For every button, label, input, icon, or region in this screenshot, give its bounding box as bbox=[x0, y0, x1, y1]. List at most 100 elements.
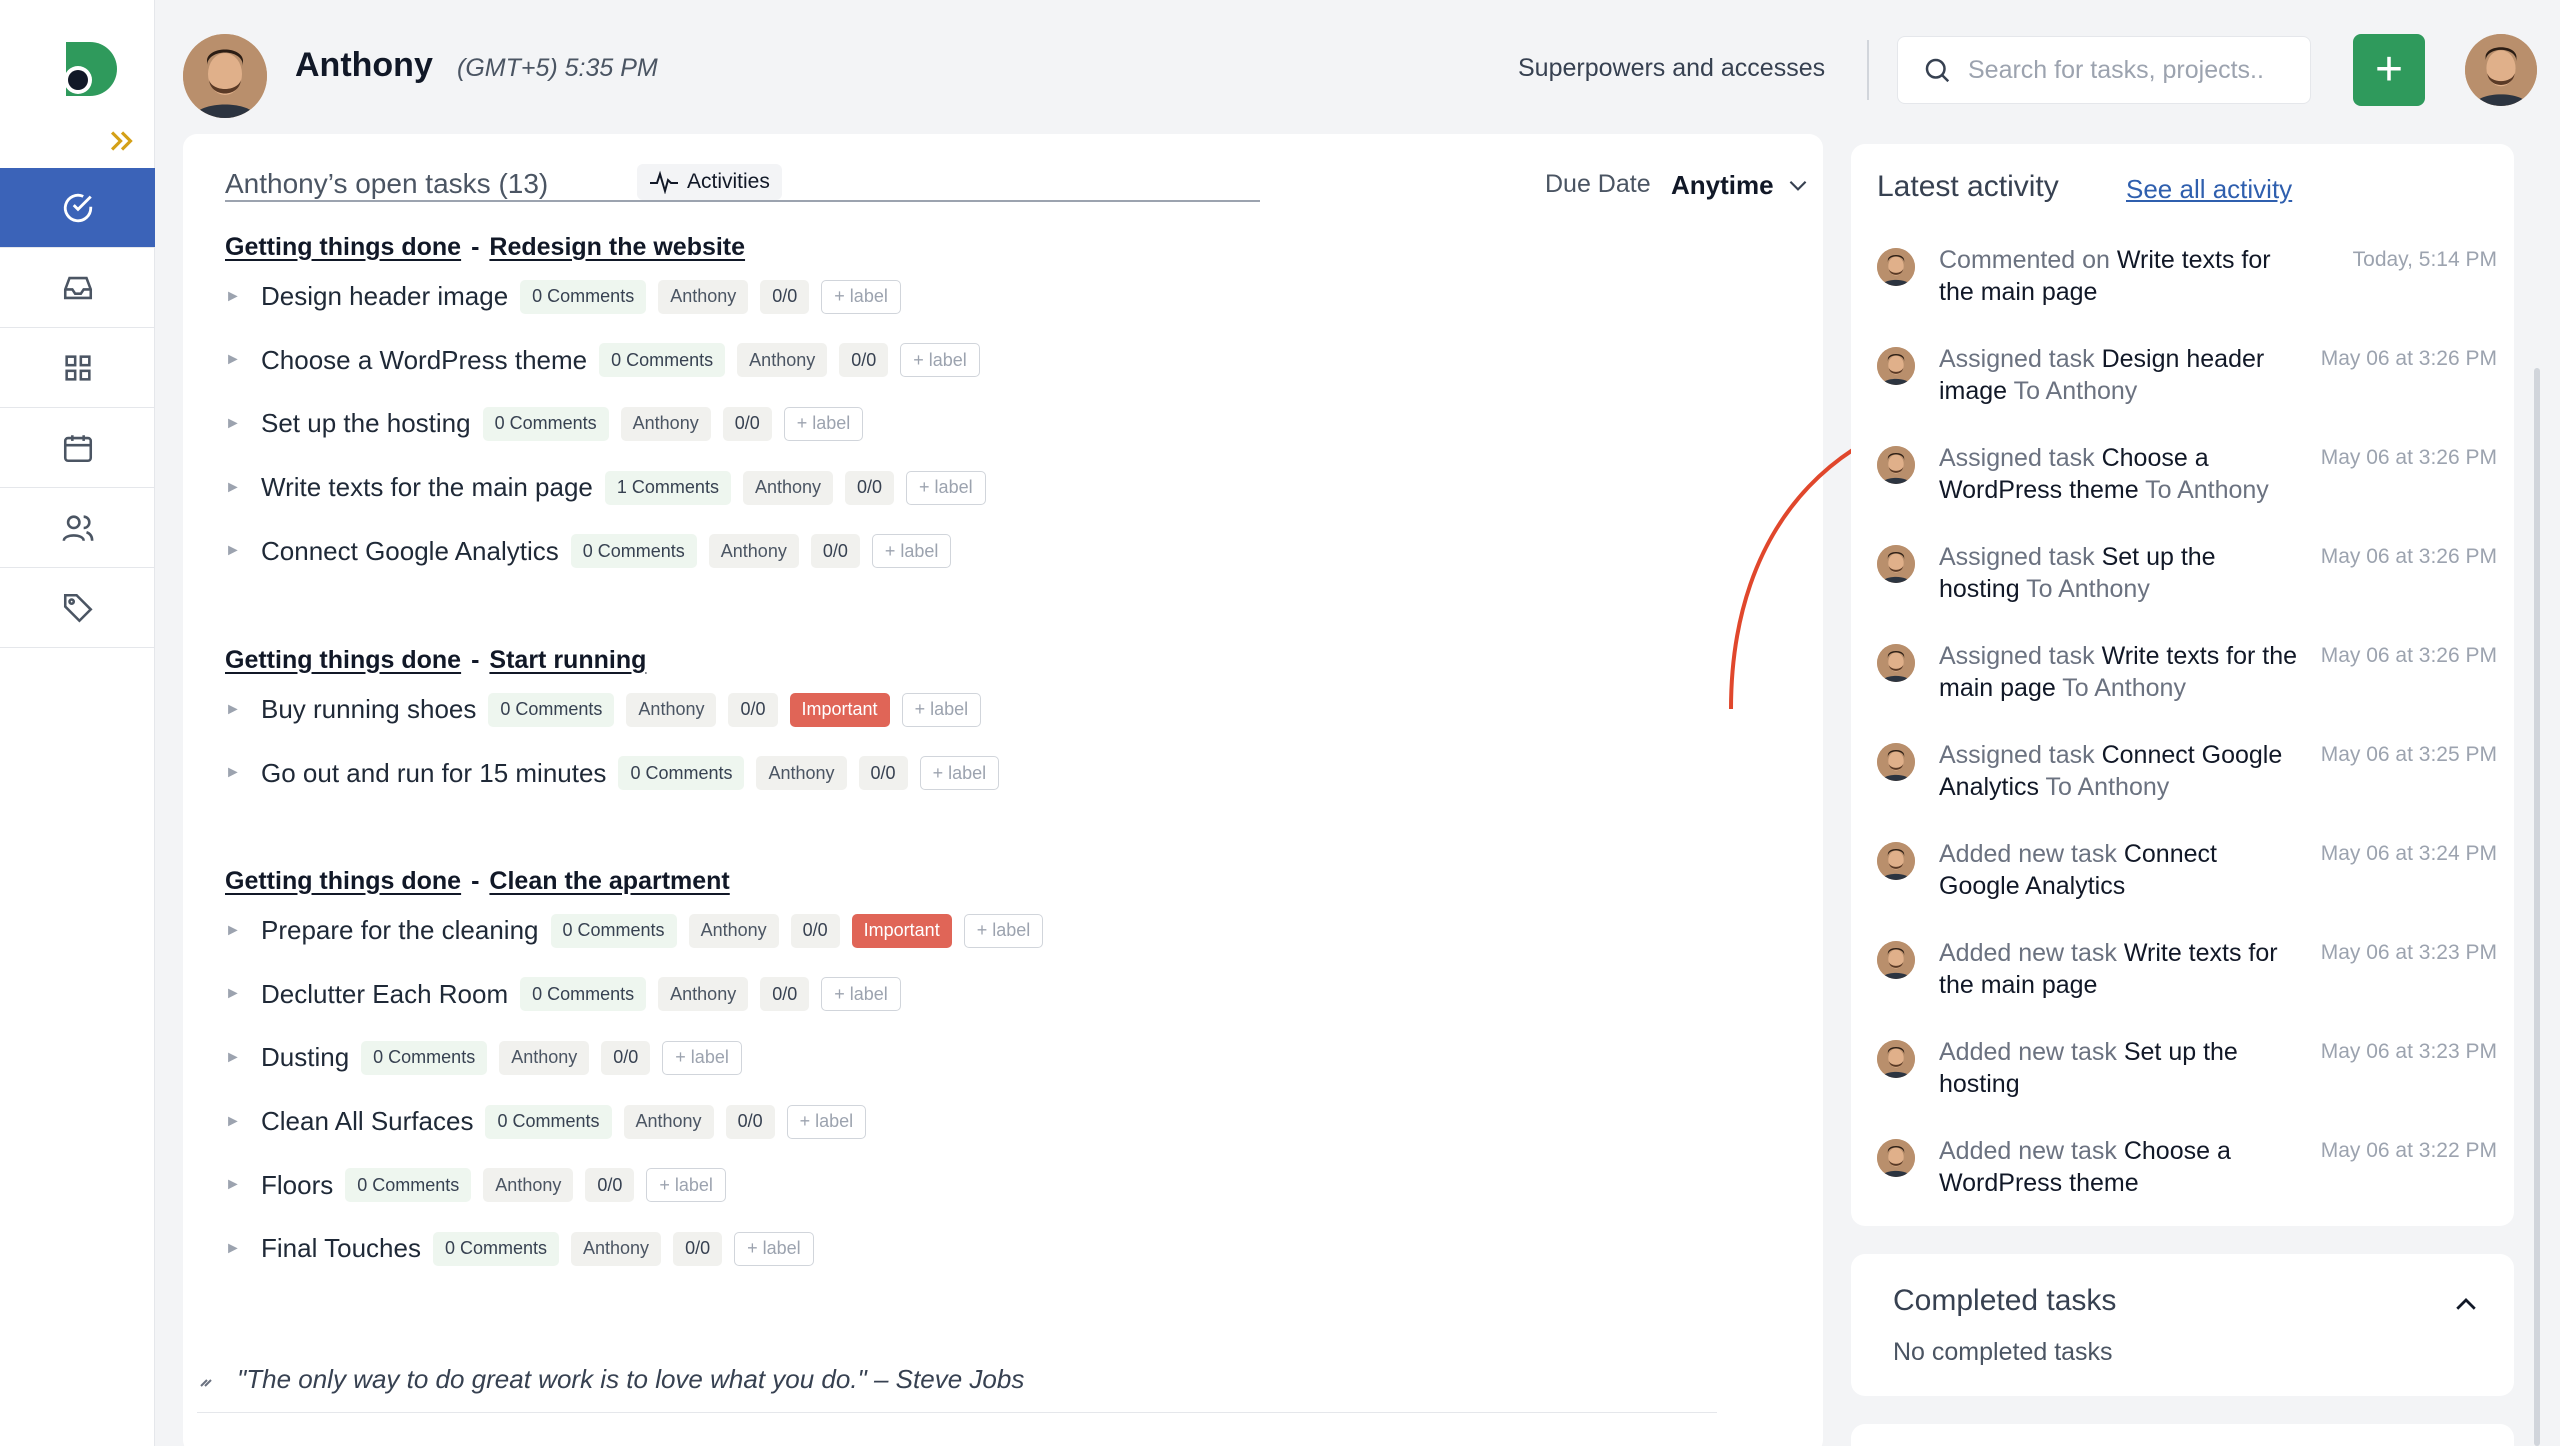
task-row[interactable]: ► Set up the hosting 0 Comments Anthony 0/0 +… bbox=[225, 392, 998, 456]
subtasks-badge[interactable]: 0/0 bbox=[790, 913, 840, 948]
project-link[interactable]: Getting things done bbox=[225, 233, 461, 262]
task-name[interactable]: Set up the hosting bbox=[261, 408, 471, 439]
add-label-button[interactable]: + label bbox=[963, 913, 1044, 948]
nav-item-tags[interactable] bbox=[0, 568, 155, 648]
activity-item[interactable]: Assigned task Set up the hosting To Anth… bbox=[1877, 541, 2497, 640]
task-name[interactable]: Connect Google Analytics bbox=[261, 536, 559, 567]
comments-badge[interactable]: 0 Comments bbox=[485, 1104, 612, 1139]
activity-item[interactable]: Commented on Write texts for the main pa… bbox=[1877, 244, 2497, 343]
project-link[interactable]: Getting things done bbox=[225, 646, 461, 675]
assignee-badge[interactable]: Anthony bbox=[737, 343, 828, 378]
tasks-title[interactable]: Anthony’s open tasks (13) bbox=[225, 168, 548, 200]
activity-item[interactable]: Added new task Connect Google Analytics M… bbox=[1877, 838, 2497, 937]
expand-caret-icon[interactable]: ► bbox=[225, 415, 261, 433]
add-label-button[interactable]: + label bbox=[821, 977, 901, 1012]
chevron-up-icon[interactable] bbox=[2451, 1290, 2481, 1320]
comments-badge[interactable]: 0 Comments bbox=[345, 1168, 472, 1203]
add-label-button[interactable]: + label bbox=[786, 1104, 867, 1139]
task-name[interactable]: Choose a WordPress theme bbox=[261, 345, 587, 376]
subtasks-badge[interactable]: 0/0 bbox=[810, 534, 860, 569]
task-name[interactable]: Prepare for the cleaning bbox=[261, 915, 539, 946]
search-box[interactable] bbox=[1897, 36, 2311, 104]
task-row[interactable]: ► Prepare for the cleaning 0 Comments Antho… bbox=[225, 899, 1055, 963]
page-scrollbar[interactable] bbox=[2534, 368, 2540, 1446]
assignee-badge[interactable]: Anthony bbox=[658, 279, 749, 314]
expand-caret-icon[interactable]: ► bbox=[225, 1240, 261, 1258]
add-label-button[interactable]: + label bbox=[734, 1231, 814, 1266]
activity-item[interactable]: Assigned task Write texts for the main p… bbox=[1877, 640, 2497, 739]
expand-caret-icon[interactable]: ► bbox=[225, 351, 261, 369]
comments-badge[interactable]: 0 Comments bbox=[570, 534, 697, 569]
comments-badge[interactable]: 0 Comments bbox=[432, 1231, 559, 1266]
add-label-button[interactable]: + label bbox=[906, 470, 986, 505]
nav-item-team[interactable] bbox=[0, 488, 155, 568]
nav-item-inbox[interactable] bbox=[0, 248, 155, 328]
add-label-button[interactable]: + label bbox=[821, 279, 901, 314]
task-row[interactable]: ► Floors 0 Comments Anthony 0/0 + label bbox=[225, 1153, 1055, 1217]
comments-badge[interactable]: 0 Comments bbox=[618, 756, 745, 791]
comments-badge[interactable]: 0 Comments bbox=[520, 977, 647, 1012]
assignee-badge[interactable]: Anthony bbox=[708, 534, 799, 569]
task-row[interactable]: ► Design header image 0 Comments Anthony 0/0… bbox=[225, 265, 998, 329]
task-row[interactable]: ► Final Touches 0 Comments Anthony 0/0 + labe… bbox=[225, 1217, 1055, 1281]
comments-badge[interactable]: 0 Comments bbox=[520, 279, 647, 314]
add-label-button[interactable]: + label bbox=[662, 1040, 742, 1075]
add-label-button[interactable]: + label bbox=[900, 343, 980, 378]
task-row[interactable]: ► Connect Google Analytics 0 Comments Antho… bbox=[225, 519, 998, 583]
subtasks-badge[interactable]: 0/0 bbox=[601, 1040, 651, 1075]
see-all-activity-link[interactable]: See all activity bbox=[2126, 174, 2292, 205]
expand-caret-icon[interactable]: ► bbox=[225, 1176, 261, 1194]
nav-item-tasks[interactable] bbox=[0, 168, 155, 248]
assignee-badge[interactable]: Anthony bbox=[499, 1040, 590, 1075]
subtasks-badge[interactable]: 0/0 bbox=[760, 279, 810, 314]
task-row[interactable]: ► Write texts for the main page 1 Comments… bbox=[225, 456, 998, 520]
activity-item[interactable]: Added new task Choose a WordPress theme M… bbox=[1877, 1135, 2497, 1234]
add-button[interactable]: + bbox=[2353, 34, 2425, 106]
subtasks-badge[interactable]: 0/0 bbox=[839, 343, 889, 378]
superpowers-link[interactable]: Superpowers and accesses bbox=[1518, 54, 1825, 83]
task-name[interactable]: Buy running shoes bbox=[261, 694, 476, 725]
add-label-button[interactable]: + label bbox=[783, 406, 864, 441]
activity-item[interactable]: Assigned task Design header image To Ant… bbox=[1877, 343, 2497, 442]
expand-caret-icon[interactable]: ► bbox=[225, 985, 261, 1003]
add-label-button[interactable]: + label bbox=[919, 756, 1000, 791]
expand-caret-icon[interactable]: ► bbox=[225, 922, 261, 940]
task-row[interactable]: ► Buy running shoes 0 Comments Anthony 0/0 Im… bbox=[225, 678, 1011, 742]
add-label-button[interactable]: + label bbox=[871, 534, 952, 569]
subtasks-badge[interactable]: 0/0 bbox=[673, 1231, 723, 1266]
search-input[interactable] bbox=[1968, 55, 2288, 85]
task-row[interactable]: ► Declutter Each Room 0 Comments Anthony 0/0… bbox=[225, 963, 1055, 1027]
comments-badge[interactable]: 0 Comments bbox=[488, 692, 615, 727]
task-name[interactable]: Go out and run for 15 minutes bbox=[261, 758, 606, 789]
due-date-select[interactable]: Anytime bbox=[1671, 170, 1774, 201]
assignee-badge[interactable]: Anthony bbox=[483, 1168, 574, 1203]
activities-tab[interactable]: Activities bbox=[637, 164, 782, 200]
task-row[interactable]: ► Choose a WordPress theme 0 Comments Antho… bbox=[225, 329, 998, 393]
subtasks-badge[interactable]: 0/0 bbox=[722, 406, 772, 441]
task-row[interactable]: ► Dusting 0 Comments Anthony 0/0 + label bbox=[225, 1026, 1055, 1090]
comments-badge[interactable]: 0 Comments bbox=[599, 343, 726, 378]
task-name[interactable]: Floors bbox=[261, 1170, 333, 1201]
app-logo[interactable] bbox=[56, 38, 118, 100]
list-link[interactable]: Start running bbox=[489, 646, 646, 675]
expand-caret-icon[interactable]: ► bbox=[225, 1049, 261, 1067]
task-name[interactable]: Clean All Surfaces bbox=[261, 1106, 473, 1137]
assignee-badge[interactable]: Anthony bbox=[571, 1231, 662, 1266]
comments-badge[interactable]: 0 Comments bbox=[550, 913, 677, 948]
assignee-badge[interactable]: Anthony bbox=[742, 470, 834, 505]
expand-caret-icon[interactable]: ► bbox=[225, 701, 261, 719]
expand-caret-icon[interactable]: ► bbox=[225, 1113, 261, 1131]
task-row[interactable]: ► Clean All Surfaces 0 Comments Anthony 0/0 +… bbox=[225, 1090, 1055, 1154]
nav-item-calendar[interactable] bbox=[0, 408, 155, 488]
subtasks-badge[interactable]: 0/0 bbox=[728, 692, 778, 727]
assignee-badge[interactable]: Anthony bbox=[688, 913, 779, 948]
task-name[interactable]: Declutter Each Room bbox=[261, 979, 508, 1010]
profile-avatar[interactable] bbox=[2465, 34, 2537, 106]
task-row[interactable]: ► Go out and run for 15 minutes 0 Comments… bbox=[225, 742, 1011, 806]
comments-badge[interactable]: 0 Comments bbox=[482, 406, 609, 441]
activity-item[interactable]: Assigned task Connect Google Analytics T… bbox=[1877, 739, 2497, 838]
expand-caret-icon[interactable]: ► bbox=[225, 764, 261, 782]
subtasks-badge[interactable]: 0/0 bbox=[725, 1104, 775, 1139]
subtasks-badge[interactable]: 0/0 bbox=[760, 977, 810, 1012]
list-link[interactable]: Clean the apartment bbox=[489, 867, 729, 896]
